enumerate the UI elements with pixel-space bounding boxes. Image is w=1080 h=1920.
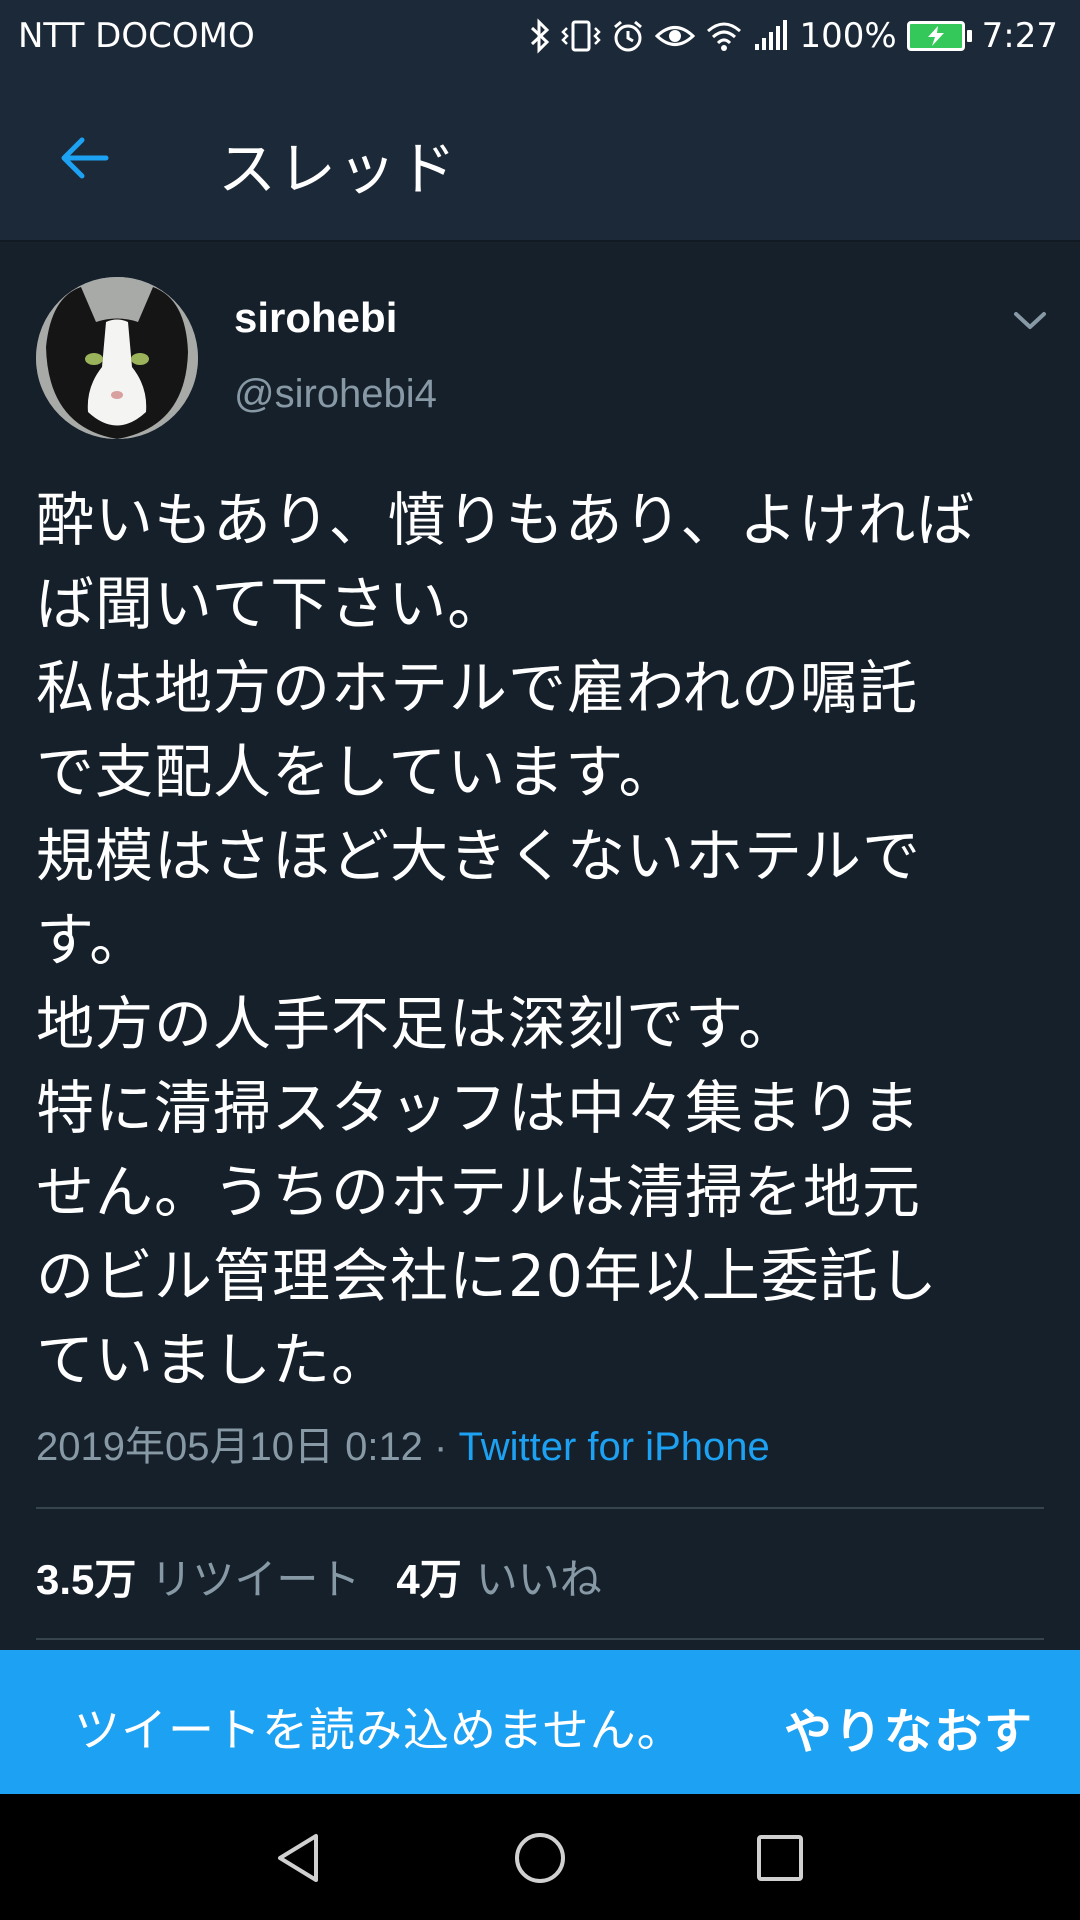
retweets-count[interactable]: 3.5万 (36, 1546, 136, 1607)
divider (36, 1638, 1044, 1640)
tweet-line: 酔いもあり、憤りもあり、よければ (36, 486, 976, 554)
snackbar-message: ツイートを読み込めません。 (74, 1703, 684, 1757)
divider (36, 1507, 1044, 1509)
vibrate-icon (561, 19, 602, 53)
likes-count[interactable]: 4万 (396, 1546, 461, 1607)
tweet-timestamp: 2019年05月10日 0:12 · (36, 1425, 459, 1469)
tweet-text: 酔いもあり、憤りもあり、よければ ば聞いて下さい。 私は地方のホテルで雇われの嘱… (36, 478, 1046, 1402)
tweet-meta: 2019年05月10日 0:12 · Twitter for iPhone (36, 1414, 770, 1472)
tweet-line: す。 (36, 906, 149, 974)
nav-home-icon[interactable] (510, 1828, 570, 1888)
nav-recents-icon[interactable] (750, 1828, 810, 1888)
bluetooth-icon (529, 18, 551, 54)
system-nav-bar (0, 1794, 1080, 1920)
display-name[interactable]: sirohebi (234, 294, 397, 342)
top-app-bar: スレッド (0, 72, 1080, 242)
battery-percent: 100% (799, 16, 897, 56)
tweet-line: 規模はさほど大きくないホテルで (36, 822, 922, 890)
status-bar: NTT DOCOMO 100% 7:27 (0, 0, 1080, 72)
alarm-icon (611, 19, 645, 53)
retweets-label[interactable]: リツイート (150, 1546, 360, 1607)
tweet-line: 地方の人手不足は深刻です。 (36, 990, 798, 1058)
tweet-source-link[interactable]: Twitter for iPhone (458, 1425, 769, 1469)
tweet-line: のビル管理会社に20年以上委託し (36, 1242, 938, 1310)
error-snackbar: ツイートを読み込めません。 やりなおす (0, 1650, 1080, 1794)
back-button[interactable] (56, 130, 112, 186)
eye-icon (655, 21, 696, 51)
battery-charging-icon (906, 21, 972, 51)
avatar[interactable] (36, 277, 198, 439)
likes-label[interactable]: いいね (476, 1546, 602, 1607)
nav-back-icon[interactable] (270, 1828, 330, 1888)
clock: 7:27 (981, 16, 1058, 56)
tweet-stats: 3.5万 リツイート 4万 いいね (36, 1546, 602, 1607)
page-title: スレッド (218, 135, 459, 203)
back-arrow-icon (61, 137, 109, 179)
tweet-line: で支配人をしています。 (36, 738, 678, 806)
chevron-down-icon (1014, 312, 1046, 329)
retry-button[interactable]: やりなおす (784, 1692, 1034, 1762)
tweet-line: ば聞いて下さい。 (36, 570, 507, 638)
wifi-icon (705, 20, 743, 52)
user-handle[interactable]: @sirohebi4 (234, 372, 437, 417)
tweet-line: せん。うちのホテルは清掃を地元 (36, 1158, 922, 1226)
tweet-line: 特に清掃スタッフは中々集まりま (36, 1074, 922, 1142)
signal-icon (753, 20, 789, 52)
tweet-menu-button[interactable] (1010, 304, 1050, 336)
status-icons: 100% 7:27 (529, 16, 1058, 56)
tweet-line: ていました。 (36, 1326, 391, 1394)
tweet-line: 私は地方のホテルで雇われの嘱託 (36, 654, 919, 722)
carrier-name: NTT DOCOMO (18, 16, 255, 56)
